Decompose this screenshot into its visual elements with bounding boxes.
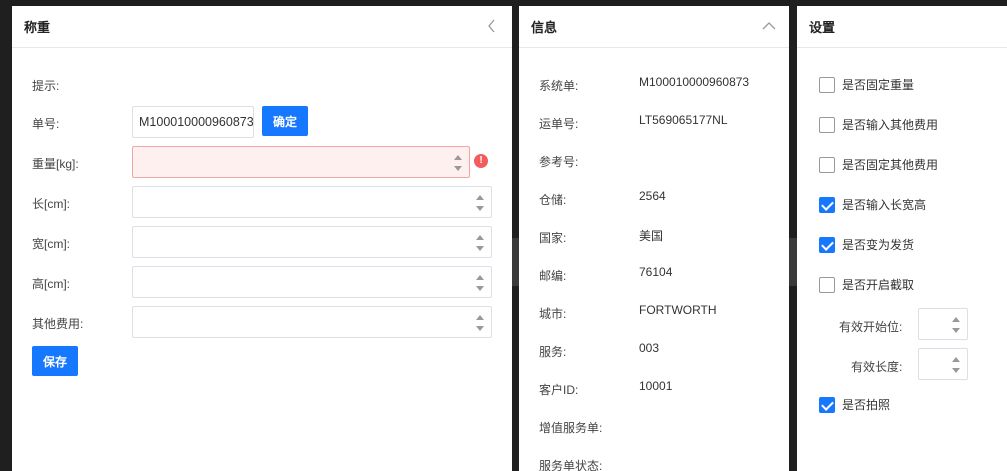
setting-checkbox-row[interactable]: 是否输入长宽高 — [819, 196, 926, 213]
chevron-up-icon[interactable] — [761, 18, 777, 34]
spinner-icon[interactable] — [951, 354, 961, 376]
weight-panel-header: 称重 — [12, 6, 512, 48]
error-icon: ! — [474, 154, 488, 168]
setting-checkbox[interactable] — [819, 276, 835, 293]
info-row-value: M100010000960873 — [639, 75, 750, 89]
setting-checkbox-label: 是否开启截取 — [842, 278, 915, 292]
height-label: 高[cm]: — [32, 277, 70, 291]
settings-panel-header: 设置 — [797, 6, 1007, 48]
setting-checkbox[interactable] — [819, 116, 835, 133]
spinner-icon[interactable] — [475, 192, 485, 214]
setting-checkbox-label: 是否固定重量 — [842, 78, 915, 92]
info-row-value: 10001 — [639, 379, 673, 393]
setting-checkbox[interactable] — [819, 156, 835, 173]
weight-panel: 称重 提示: 单号: M100010000960873 确定 重量[kg]: !… — [12, 6, 512, 471]
save-button[interactable]: 保存 — [32, 346, 78, 376]
setting-checkbox-row[interactable]: 是否变为发货 — [819, 236, 914, 253]
setting-checkbox[interactable] — [819, 76, 835, 93]
spinner-icon[interactable] — [475, 272, 485, 294]
setting-checkbox[interactable] — [819, 196, 835, 213]
spinner-icon[interactable] — [475, 312, 485, 334]
setting-checkbox-label: 是否输入其他费用 — [842, 118, 939, 132]
weight-panel-title: 称重 — [24, 20, 51, 35]
setting-checkbox-row[interactable]: 是否固定重量 — [819, 76, 914, 93]
other-fee-input[interactable] — [132, 306, 492, 338]
setting-checkbox-row[interactable]: 是否输入其他费用 — [819, 116, 938, 133]
order-label: 单号: — [32, 117, 60, 131]
weight-input[interactable] — [132, 146, 470, 178]
info-row-value: 76104 — [639, 265, 673, 279]
photo-checkbox[interactable] — [819, 396, 835, 413]
order-number-input[interactable]: M100010000960873 — [132, 106, 254, 138]
info-row-label: 服务单状态: — [539, 459, 603, 471]
height-input[interactable] — [132, 266, 492, 298]
info-row-label: 仓储: — [539, 193, 567, 207]
info-row-label: 服务: — [539, 345, 567, 359]
info-row-label: 城市: — [539, 307, 567, 321]
info-row-label: 邮编: — [539, 269, 567, 283]
splitter-handle-right[interactable] — [789, 238, 797, 286]
photo-checkbox-row[interactable]: 是否拍照 — [819, 396, 890, 413]
settings-panel: 设置 是否固定重量是否输入其他费用 是否固定其他费用 是否输入长宽高 是否变为发货 是否… — [797, 6, 1007, 471]
setting-checkbox-label: 是否变为发货 — [842, 238, 915, 252]
start-pos-input[interactable] — [918, 308, 968, 340]
info-row-label: 运单号: — [539, 117, 579, 131]
spinner-icon[interactable] — [951, 314, 961, 336]
length-input[interactable] — [132, 186, 492, 218]
hint-label: 提示: — [32, 79, 60, 93]
photo-checkbox-label: 是否拍照 — [842, 398, 891, 412]
width-label: 宽[cm]: — [32, 237, 70, 251]
other-fee-label: 其他费用: — [32, 317, 84, 331]
info-row-value: 美国 — [639, 229, 664, 243]
start-pos-label: 有效开始位: — [839, 320, 903, 334]
width-input[interactable] — [132, 226, 492, 258]
settings-panel-title: 设置 — [809, 20, 836, 35]
length-setting-input[interactable] — [918, 348, 968, 380]
info-row-label: 客户ID: — [539, 383, 579, 397]
info-panel: 信息 系统单: M100010000960873 运单号: LT569065177NL… — [519, 6, 789, 471]
setting-checkbox-label: 是否输入长宽高 — [842, 198, 927, 212]
info-row-value: 003 — [639, 341, 660, 355]
setting-checkbox-label: 是否固定其他费用 — [842, 158, 939, 172]
info-row-label: 系统单: — [539, 79, 579, 93]
info-row-value: 2564 — [639, 189, 666, 203]
info-row-label: 国家: — [539, 231, 567, 245]
info-row-label: 增值服务单: — [539, 421, 603, 435]
setting-checkbox-row[interactable]: 是否开启截取 — [819, 276, 914, 293]
length-setting-label: 有效长度: — [851, 360, 903, 374]
spinner-icon[interactable] — [475, 232, 485, 254]
weight-label: 重量[kg]: — [32, 157, 79, 171]
setting-checkbox[interactable] — [819, 236, 835, 253]
length-label: 长[cm]: — [32, 197, 70, 211]
info-panel-header: 信息 — [519, 6, 789, 48]
setting-checkbox-row[interactable]: 是否固定其他费用 — [819, 156, 938, 173]
confirm-button[interactable]: 确定 — [262, 106, 308, 136]
info-row-value: LT569065177NL — [639, 113, 728, 127]
info-row-label: 参考号: — [539, 155, 579, 169]
spinner-icon[interactable] — [453, 152, 463, 174]
chevron-left-icon[interactable] — [484, 18, 500, 34]
info-panel-title: 信息 — [531, 20, 558, 35]
info-row-value: FORTWORTH — [639, 303, 717, 317]
